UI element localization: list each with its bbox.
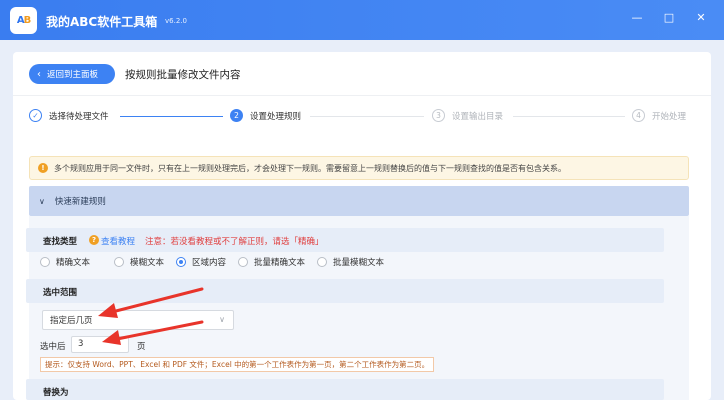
annotation-arrow-head [98,303,118,318]
annotation-arrow-shaft [106,287,204,315]
annotation-arrow-shaft [110,320,204,342]
annotation-arrows [98,287,204,345]
annotation-arrow-head [102,330,121,345]
